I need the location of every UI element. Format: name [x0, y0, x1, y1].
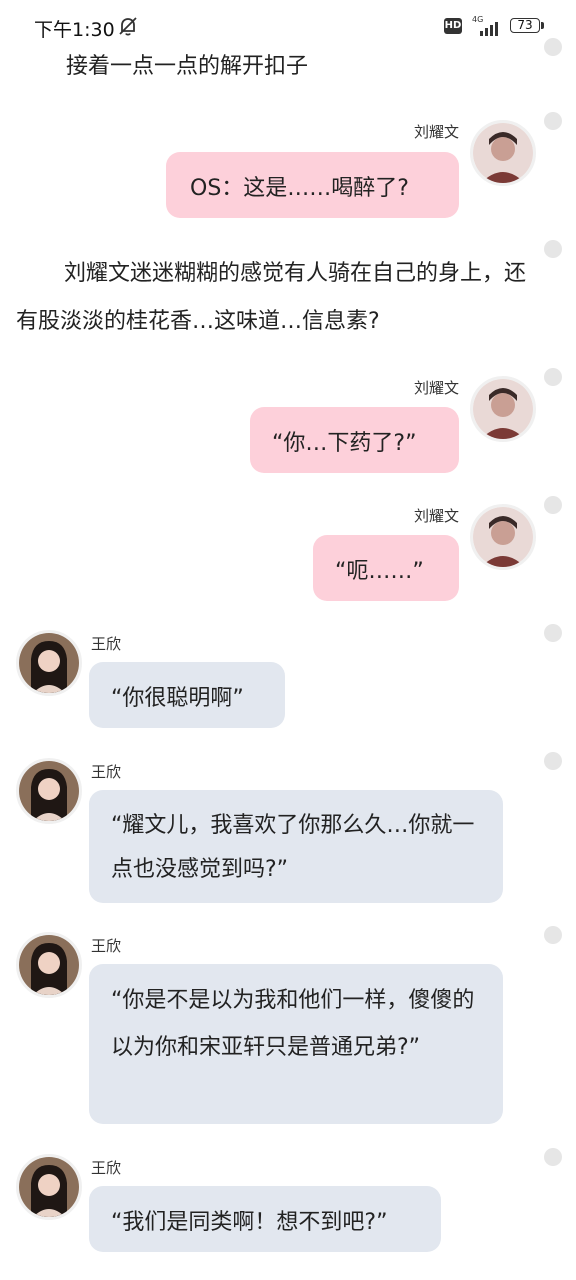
chat-text: “你很聪明啊” [111, 686, 244, 711]
chat-text: “呃……” [335, 559, 424, 584]
message-dot[interactable] [544, 1148, 562, 1166]
message-dot[interactable] [544, 368, 562, 386]
sender-name: 刘耀文 [413, 507, 459, 525]
sender-name: 王欣 [91, 937, 122, 955]
message-dot[interactable] [544, 112, 562, 130]
avatar-wangxin[interactable] [16, 758, 82, 824]
sender-name: 刘耀文 [413, 123, 459, 141]
chat-text: OS：这是……喝醉了? [190, 176, 409, 201]
message-dot[interactable] [544, 926, 562, 944]
network-type-label: 4G [472, 15, 483, 24]
avatar-wangxin[interactable] [16, 932, 82, 998]
mute-bell-icon [119, 17, 137, 36]
avatar-liuyaowen[interactable] [470, 504, 536, 570]
narration-text: 接着一点一点的解开扣子 [66, 54, 309, 79]
chat-text: “耀文儿，我喜欢了你那么久…你就一点也没感觉到吗?” [111, 813, 475, 882]
chat-text: “你是不是以为我和他们一样，傻傻的以为你和宋亚轩只是普通兄弟?” [111, 988, 475, 1060]
narration-text: 刘耀文迷迷糊糊的感觉有人骑在自己的身上，还有股淡淡的桂花香…这味道…信息素? [16, 261, 527, 334]
chat-text: “你…下药了?” [272, 431, 417, 456]
chat-bubble[interactable]: “呃……” [313, 535, 459, 601]
message-dot[interactable] [544, 240, 562, 258]
chat-text: “我们是同类啊！想不到吧?” [111, 1210, 388, 1235]
message-dot[interactable] [544, 752, 562, 770]
avatar-liuyaowen[interactable] [470, 376, 536, 442]
chat-bubble[interactable]: OS：这是……喝醉了? [166, 152, 459, 218]
message-dot[interactable] [544, 38, 562, 56]
avatar-liuyaowen[interactable] [470, 120, 536, 186]
chat-bubble[interactable]: “我们是同类啊！想不到吧?” [89, 1186, 441, 1252]
chat-bubble[interactable]: “耀文儿，我喜欢了你那么久…你就一点也没感觉到吗?” [89, 790, 503, 903]
chat-bubble[interactable]: “你…下药了?” [250, 407, 459, 473]
status-time: 下午1:30 [34, 19, 115, 41]
sender-name: 王欣 [91, 1159, 122, 1177]
chat-bubble[interactable]: “你是不是以为我和他们一样，傻傻的以为你和宋亚轩只是普通兄弟?” [89, 964, 503, 1124]
sender-name: 王欣 [91, 763, 122, 781]
sender-name: 刘耀文 [413, 379, 459, 397]
battery-icon: 73 [510, 18, 540, 33]
sender-name: 王欣 [91, 635, 122, 653]
hd-icon: HD [444, 18, 462, 34]
avatar-wangxin[interactable] [16, 1154, 82, 1220]
message-dot[interactable] [544, 624, 562, 642]
message-dot[interactable] [544, 496, 562, 514]
chat-bubble[interactable]: “你很聪明啊” [89, 662, 285, 728]
avatar-wangxin[interactable] [16, 630, 82, 696]
battery-tip [541, 22, 544, 29]
signal-4g-icon: 4G [472, 15, 498, 36]
